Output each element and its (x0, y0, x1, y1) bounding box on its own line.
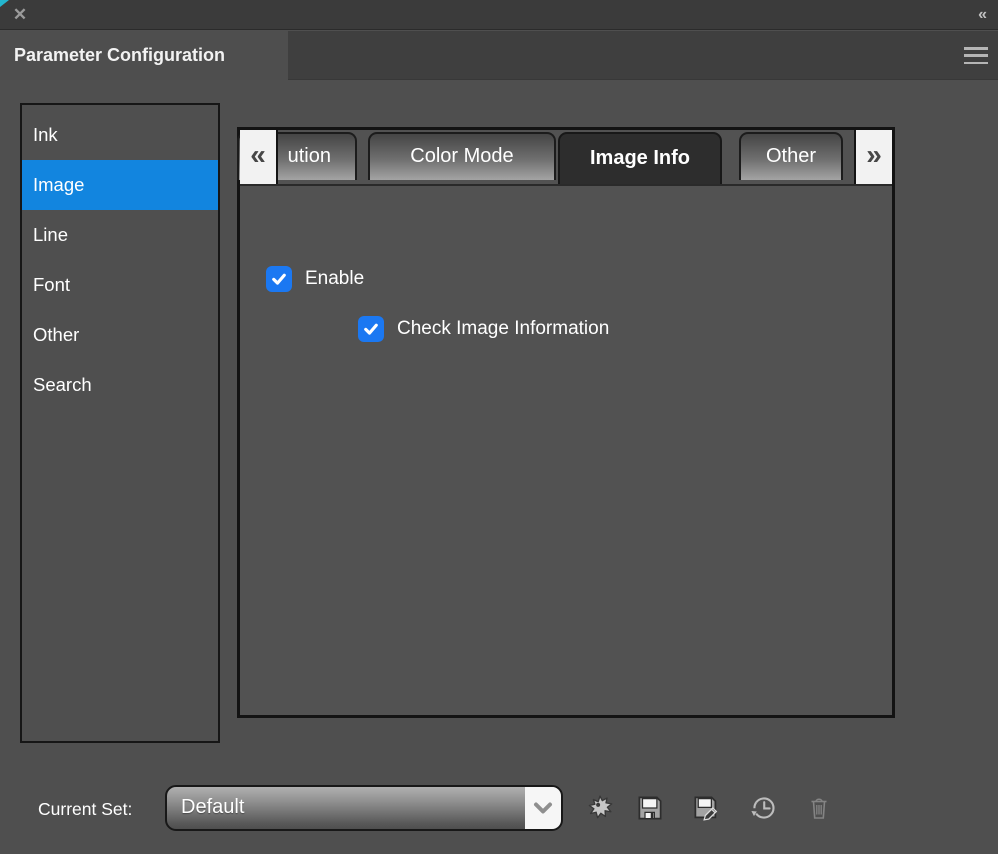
checkmark-icon (362, 320, 380, 338)
enable-row: Enable (266, 266, 364, 292)
new-set-icon (585, 793, 615, 823)
save-set-button[interactable] (634, 791, 666, 825)
enable-label: Enable (305, 268, 364, 290)
save-set-as-button[interactable] (690, 791, 722, 825)
check-image-information-checkbox[interactable] (358, 316, 384, 342)
tab-strip: ution Color Mode Image Info Other « » (240, 130, 892, 186)
history-icon (750, 794, 778, 822)
current-set-label: Current Set: (38, 796, 132, 822)
dropdown-cap[interactable] (525, 787, 561, 829)
trash-icon (807, 795, 831, 821)
panel-title-tab[interactable]: Parameter Configuration (0, 31, 288, 80)
checkmark-icon (270, 270, 288, 288)
chevron-down-icon (533, 802, 553, 815)
sidebar-item-image[interactable]: Image (22, 160, 218, 210)
tab-other[interactable]: Other (739, 132, 843, 180)
sidebar-item-other[interactable]: Other (22, 310, 218, 360)
check-image-information-label: Check Image Information (397, 318, 609, 340)
sidebar-item-line[interactable]: Line (22, 210, 218, 260)
sidebar-item-ink[interactable]: Ink (22, 110, 218, 160)
restore-set-button[interactable] (748, 791, 780, 825)
category-list: Ink Image Line Font Other Search (20, 103, 220, 743)
save-as-icon (691, 793, 721, 823)
settings-panel: ution Color Mode Image Info Other « » En… (237, 127, 895, 718)
current-set-dropdown[interactable]: Default (165, 785, 563, 831)
tab-scroll-left-icon[interactable]: « (240, 130, 278, 184)
tab-scroll-right-icon[interactable]: » (854, 130, 892, 184)
save-icon (635, 793, 665, 823)
current-set-value: Default (167, 787, 561, 828)
sidebar-item-font[interactable]: Font (22, 260, 218, 310)
sidebar-item-search[interactable]: Search (22, 360, 218, 410)
check-image-information-row: Check Image Information (358, 316, 609, 342)
tab-color-mode[interactable]: Color Mode (368, 132, 556, 180)
enable-checkbox[interactable] (266, 266, 292, 292)
panel-menu-icon[interactable] (964, 47, 988, 64)
new-set-button[interactable] (584, 791, 616, 825)
panel-header: Parameter Configuration (0, 31, 998, 80)
tab-image-info[interactable]: Image Info (558, 132, 722, 184)
panel-collapse-icon[interactable]: « (978, 2, 986, 28)
titlebar: ✕ « (0, 0, 998, 30)
panel-header-spacer (288, 31, 998, 80)
delete-set-button (806, 791, 832, 825)
close-icon[interactable]: ✕ (8, 3, 32, 27)
